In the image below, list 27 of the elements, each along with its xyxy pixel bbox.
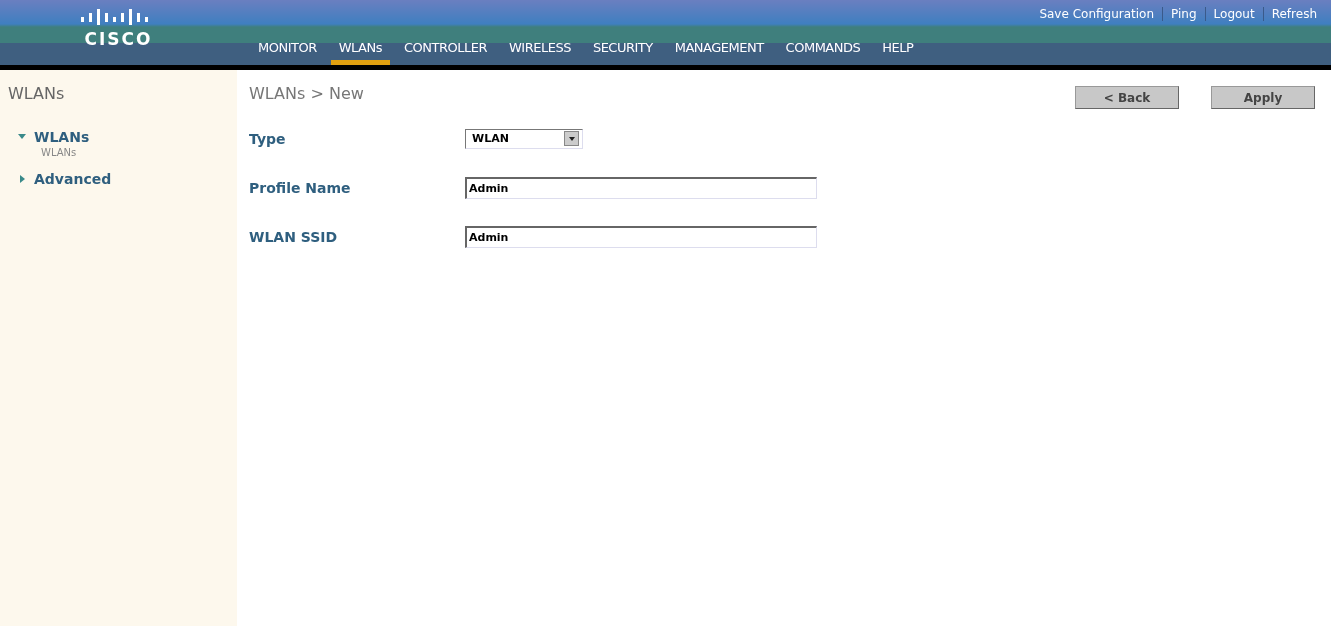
- sidebar-item[interactable]: Advanced: [34, 171, 112, 187]
- page-title: WLANs > New: [249, 84, 364, 103]
- sidebar-title: WLANs: [8, 84, 66, 103]
- sidebar-item[interactable]: WLANs: [34, 129, 90, 145]
- text-input-field[interactable]: Admin: [465, 176, 817, 199]
- nav-tab[interactable]: WLANs: [330, 38, 390, 65]
- nav-tab[interactable]: MONITOR: [250, 38, 325, 65]
- dropdown-value: WLAN: [472, 132, 509, 145]
- nav-tab[interactable]: HELP: [874, 38, 922, 65]
- header-link[interactable]: Save Configuration: [1039, 6, 1155, 21]
- header-link[interactable]: Refresh: [1271, 6, 1317, 21]
- field-label: Profile Name: [249, 179, 352, 196]
- header-link[interactable]: Logout: [1213, 6, 1255, 21]
- nav-tab[interactable]: CONTROLLER: [396, 38, 495, 65]
- nav-tab[interactable]: MANAGEMENT: [666, 38, 772, 65]
- field-label: Type: [249, 130, 287, 147]
- action-button[interactable]: < Back: [1075, 86, 1179, 109]
- field-label: WLAN SSID: [249, 228, 339, 245]
- action-button[interactable]: Apply: [1211, 86, 1315, 109]
- nav-tab[interactable]: WIRELESS: [501, 38, 579, 65]
- nav-tab[interactable]: COMMANDS: [777, 38, 869, 65]
- nav-tab[interactable]: SECURITY: [584, 38, 661, 65]
- text-input-field[interactable]: Admin: [465, 225, 817, 248]
- header-link[interactable]: Ping: [1171, 6, 1197, 21]
- logo-text: CISCO: [84, 30, 153, 48]
- sidebar-subitem[interactable]: WLANs: [8, 147, 237, 158]
- type-dropdown[interactable]: WLAN: [465, 128, 583, 149]
